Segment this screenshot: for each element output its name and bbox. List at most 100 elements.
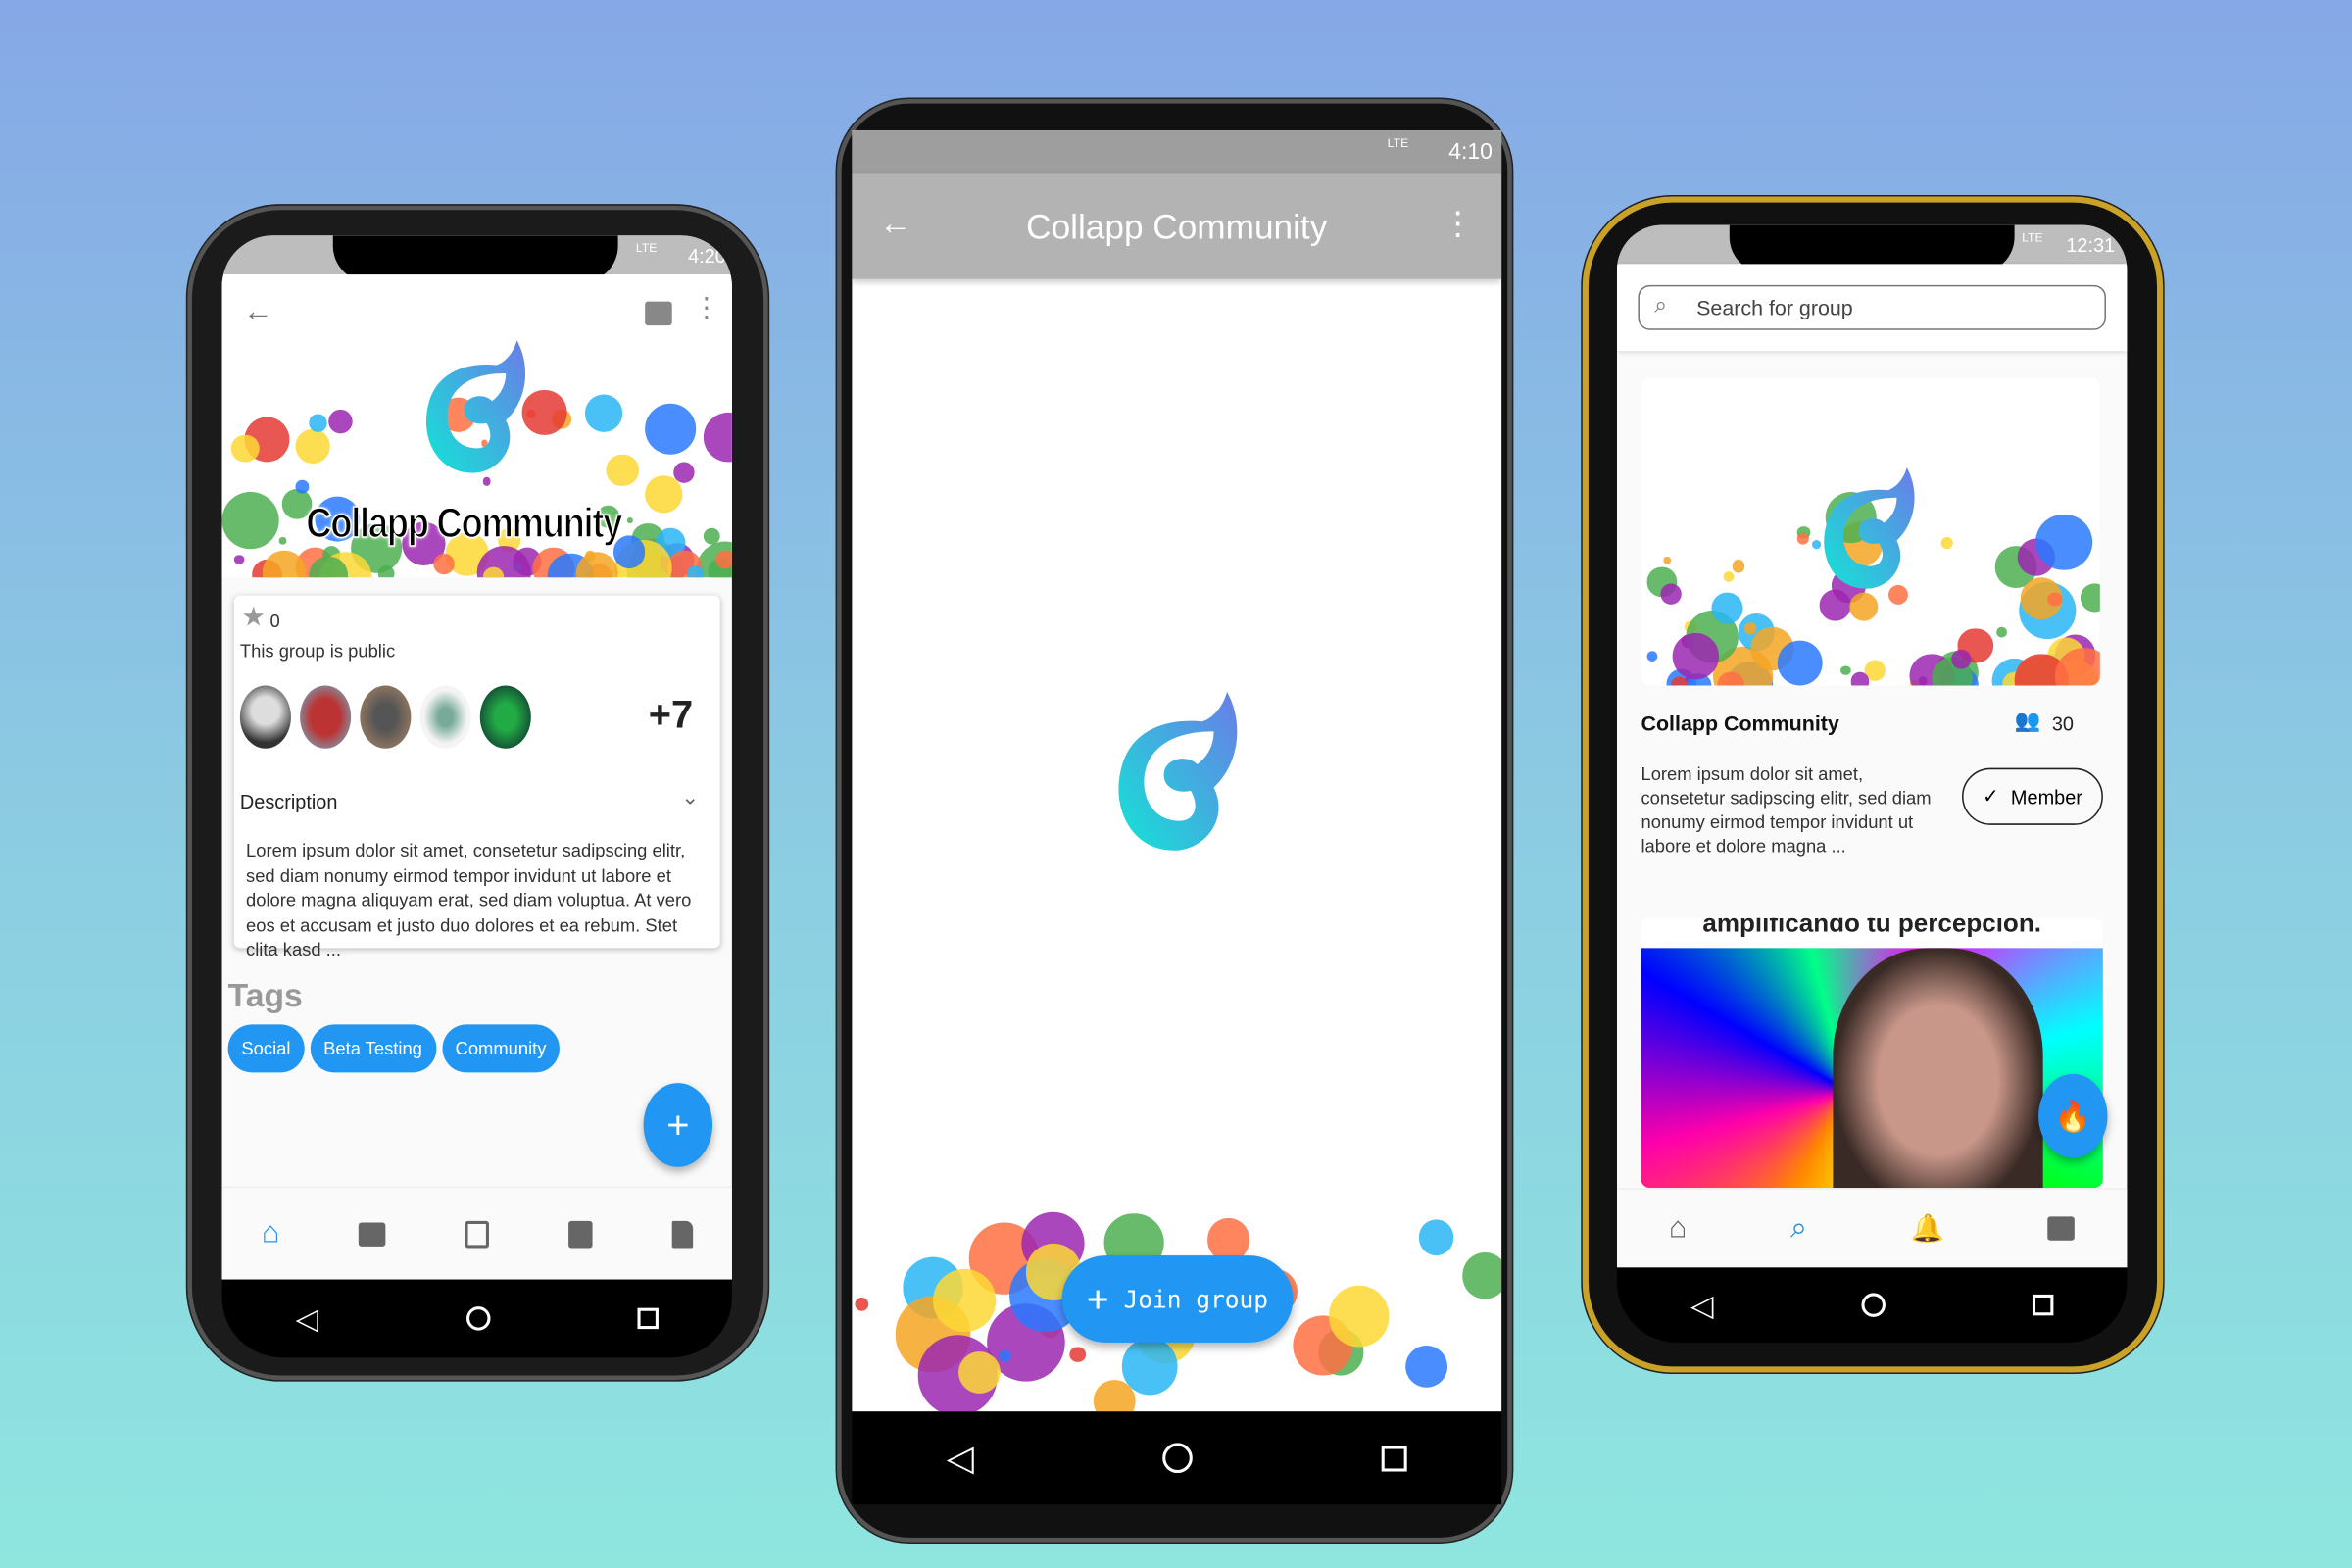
more-icon[interactable]: ⋮ — [693, 292, 720, 323]
bubble — [327, 409, 353, 434]
tag-beta-testing[interactable]: Beta Testing — [310, 1024, 436, 1073]
bubble — [1328, 1286, 1390, 1348]
bubble — [627, 516, 634, 523]
search-header: ⌕ Search for group — [1616, 264, 2128, 352]
members-icon: 👥 — [2014, 708, 2041, 732]
left-phone: 4:20 LTE ← ⋮ Collapp Community ★ 0 This … — [187, 205, 768, 1381]
app-logo — [1118, 691, 1238, 851]
post-card[interactable]: amplificando tu percepción. — [1641, 917, 2103, 1189]
chat-icon[interactable] — [359, 1221, 386, 1247]
bubble — [1462, 1252, 1502, 1298]
search-input[interactable]: ⌕ Search for group — [1638, 284, 2106, 330]
bubble — [309, 414, 327, 432]
face-photo — [1833, 948, 2043, 1189]
member-button[interactable]: ✓ Member — [1962, 767, 2103, 825]
bubble — [1207, 1218, 1250, 1261]
nav-back-icon[interactable]: ◁ — [1690, 1286, 1714, 1323]
search-placeholder: Search for group — [1696, 295, 1853, 320]
bubble — [296, 428, 330, 464]
bubble — [296, 480, 310, 494]
info-card: ★ 0 This group is public +7 Description … — [233, 595, 720, 960]
avatar[interactable] — [419, 685, 471, 749]
bubble — [1070, 1347, 1087, 1363]
bubble — [230, 434, 260, 463]
nav-recents-icon[interactable] — [2032, 1294, 2054, 1316]
left-screen: 4:20 LTE ← ⋮ Collapp Community ★ 0 This … — [221, 235, 732, 1280]
bell-icon[interactable]: 🔔 — [1911, 1212, 1944, 1244]
app-bar: ← Collapp Community ⋮ — [852, 173, 1502, 279]
bubble — [2035, 514, 2092, 571]
chevron-down-icon[interactable]: ⌄ — [681, 785, 699, 810]
bubble — [1121, 1338, 1178, 1395]
calendar-icon[interactable] — [465, 1220, 490, 1248]
post-image[interactable] — [1641, 948, 2103, 1189]
fire-button[interactable]: 🔥 — [2038, 1073, 2108, 1158]
join-group-label: Join group — [1123, 1284, 1268, 1314]
avatar[interactable] — [360, 685, 412, 749]
bubble — [1840, 664, 1851, 676]
document-icon[interactable] — [671, 1220, 693, 1248]
bubble — [279, 537, 287, 545]
member-count: 30 — [2051, 712, 2075, 735]
bubble — [1848, 592, 1879, 622]
more-icon[interactable]: ⋮ — [1442, 204, 1475, 243]
status-time: 4:20 — [688, 244, 726, 268]
bubble — [606, 454, 639, 486]
bubble — [855, 1297, 869, 1311]
tag-social[interactable]: Social — [227, 1024, 305, 1073]
bubble — [1940, 536, 1954, 550]
home-icon[interactable]: ⌂ — [1669, 1211, 1688, 1246]
bubble — [715, 550, 732, 569]
post-caption: amplificando tu percepción. — [1702, 917, 2041, 938]
tag-community[interactable]: Community — [441, 1024, 561, 1073]
bubble — [933, 1269, 997, 1333]
bubble — [645, 475, 683, 514]
right-screen: 12:31 LTE ⌕ Search for group Collapp Com… — [1616, 224, 2128, 1268]
bubble — [221, 492, 279, 549]
avatar[interactable] — [479, 685, 531, 749]
back-icon[interactable]: ← — [243, 296, 273, 330]
appbar-title: Collapp Community — [1026, 207, 1328, 247]
description-label[interactable]: Description — [240, 791, 338, 813]
network-label: LTE — [635, 241, 658, 256]
system-nav: ◁ — [1616, 1267, 2128, 1343]
bubble — [1850, 672, 1870, 686]
member-label: Member — [2010, 785, 2082, 808]
bottom-nav: ⌂ ⌕ 🔔 — [1616, 1188, 2128, 1268]
bubble — [1723, 570, 1736, 583]
bubble — [1711, 592, 1743, 624]
nav-home-icon[interactable] — [1162, 1443, 1194, 1474]
home-icon[interactable]: ⌂ — [262, 1216, 280, 1250]
nav-recents-icon[interactable] — [1381, 1445, 1407, 1471]
avatar[interactable] — [239, 685, 291, 749]
join-group-button[interactable]: + Join group — [1061, 1255, 1294, 1343]
bubble — [584, 394, 622, 432]
avatar[interactable] — [300, 685, 352, 749]
star-count: 0 — [270, 610, 280, 632]
bubble — [958, 1350, 1001, 1394]
group-name[interactable]: Collapp Community — [1641, 711, 1838, 735]
bubble — [1732, 560, 1745, 573]
chat-icon[interactable] — [645, 301, 672, 326]
contact-icon[interactable] — [567, 1220, 593, 1248]
bottom-nav: ⌂ — [221, 1186, 732, 1280]
add-button[interactable]: + — [643, 1083, 713, 1167]
bubble — [1951, 650, 1971, 669]
bubble — [1777, 640, 1823, 686]
search-icon[interactable]: ⌕ — [1790, 1211, 1807, 1246]
nav-back-icon[interactable]: ◁ — [296, 1299, 319, 1337]
bubble — [1996, 626, 2008, 638]
nav-recents-icon[interactable] — [637, 1307, 659, 1330]
star-icon: ★ — [241, 601, 267, 632]
nav-home-icon[interactable] — [1860, 1293, 1886, 1317]
app-logo — [425, 340, 526, 473]
extra-members: +7 — [648, 691, 694, 737]
member-avatars[interactable] — [239, 685, 540, 756]
chat-icon[interactable] — [2047, 1216, 2076, 1241]
bubble — [234, 555, 245, 565]
bubble — [2080, 582, 2100, 612]
nav-back-icon[interactable]: ◁ — [947, 1437, 974, 1480]
status-bar: 4:10 LTE — [852, 130, 1502, 174]
nav-home-icon[interactable] — [466, 1306, 491, 1331]
visibility-text: This group is public — [239, 640, 396, 662]
